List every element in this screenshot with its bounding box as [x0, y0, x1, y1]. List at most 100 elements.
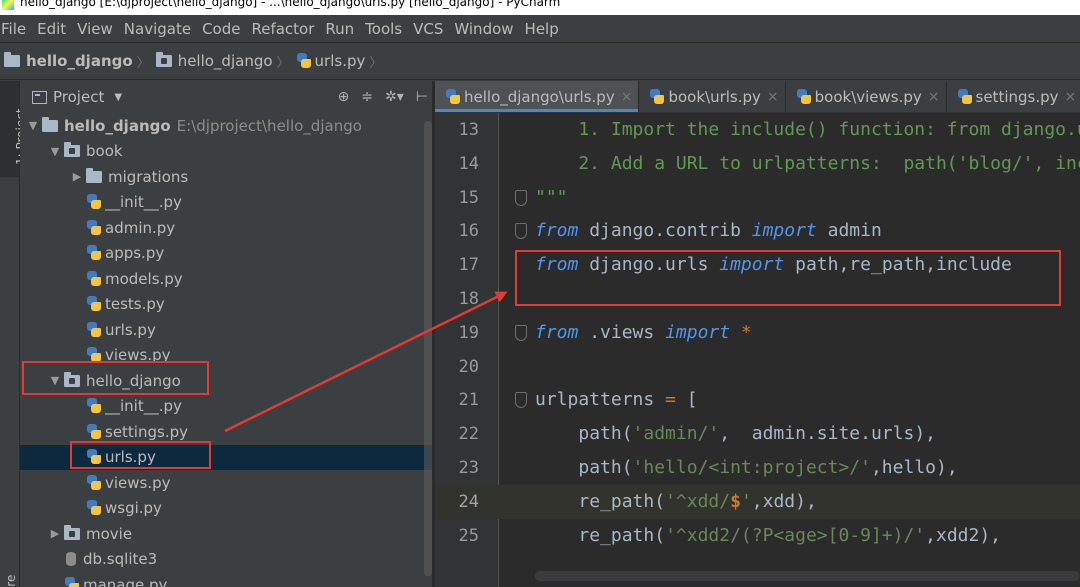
tree-item[interactable]: __init__.py	[20, 394, 432, 420]
settings-gear-icon[interactable]: ✲▾	[385, 89, 404, 105]
code-text: 2. Add a URL to urlpatterns: path('blog/…	[535, 147, 1080, 181]
tree-item[interactable]: urls.py	[20, 317, 432, 343]
code-token: =	[665, 389, 676, 411]
code-line[interactable]: 23 path('hello/<int:project>/',hello),	[435, 451, 1080, 485]
menu-edit[interactable]: Edit	[36, 20, 74, 38]
tree-item-label: db.sqlite3	[83, 550, 158, 569]
python-file-icon	[86, 296, 102, 312]
code-token: ,xdd),	[751, 490, 817, 512]
code-text: """	[535, 181, 568, 215]
tree-item[interactable]: admin.py	[20, 215, 432, 241]
breadcrumb-item[interactable]: urls.py 〉	[296, 52, 389, 71]
line-number: 16	[458, 221, 479, 242]
editor-tab[interactable]: book\urls.py ×	[639, 81, 786, 112]
collapse-all-icon[interactable]: ≑	[361, 89, 373, 105]
locate-icon[interactable]: ⊕	[338, 89, 350, 105]
tree-item[interactable]: ▼ hello_django E:\djproject\hello_django	[20, 113, 432, 139]
tree-item-label: hello_django	[64, 116, 171, 135]
python-file-icon	[64, 576, 80, 587]
fold-marker-icon[interactable]	[515, 324, 527, 341]
tree-item[interactable]: db.sqlite3	[20, 547, 432, 573]
code-line[interactable]: 24 re_path('^xdd/$',xdd),	[435, 484, 1080, 519]
code-line[interactable]: 13 1. Import the include() function: fro…	[435, 113, 1080, 147]
expand-arrow-icon[interactable]: ▼	[24, 119, 42, 132]
editor-tabs: hello_django\urls.py × book\urls.py × book\v…	[435, 81, 1080, 113]
code-line[interactable]: 22 path('admin/', admin.site.urls),	[435, 417, 1080, 451]
tree-item[interactable]: models.py	[20, 266, 432, 292]
tree-item[interactable]: wsgi.py	[20, 496, 432, 522]
close-tab-icon[interactable]: ×	[767, 89, 779, 105]
close-tab-icon[interactable]: ×	[1065, 89, 1077, 105]
expand-arrow-icon[interactable]: ▼	[46, 145, 64, 158]
project-view-selector[interactable]: Project	[53, 88, 104, 106]
menu-navigate[interactable]: Navigate	[123, 20, 199, 38]
menu-view[interactable]: View	[76, 20, 121, 38]
tree-item[interactable]: manage.py	[20, 572, 432, 587]
tree-item[interactable]: views.py	[20, 470, 432, 496]
menu-window[interactable]: Window	[453, 20, 521, 38]
editor-tab-label: book\views.py	[814, 87, 922, 106]
code-line[interactable]: 14 2. Add a URL to urlpatterns: path('bl…	[435, 147, 1080, 181]
tree-item-label: settings.py	[105, 422, 188, 441]
editor-tab[interactable]: hello_django\urls.py ×	[435, 81, 640, 112]
annotation-box-import-line	[515, 250, 1061, 306]
tree-item-label: movie	[86, 524, 133, 543]
project-tool-window-tab[interactable]: 1: Project	[0, 81, 28, 177]
python-file-icon	[296, 53, 312, 69]
code-token: '^xdd/	[665, 490, 731, 512]
collapse-arrow-icon[interactable]: ▶	[68, 170, 86, 183]
editor-horizontal-scrollbar[interactable]	[535, 571, 1080, 581]
python-file-icon	[649, 88, 665, 105]
close-tab-icon[interactable]: ×	[928, 89, 940, 105]
line-number: 13	[458, 120, 479, 140]
fold-marker-icon[interactable]	[515, 392, 527, 409]
code-line[interactable]: 19 from .views import *	[435, 316, 1080, 350]
menu-vcs[interactable]: VCS	[412, 20, 451, 38]
tree-item[interactable]: apps.py	[20, 241, 432, 267]
collapse-arrow-icon[interactable]: ▶	[46, 527, 64, 540]
chevron-down-icon[interactable]: ▼	[114, 92, 122, 103]
python-file-icon	[445, 88, 461, 105]
menu-tools[interactable]: Tools	[364, 20, 410, 38]
tree-item[interactable]: tests.py	[20, 292, 432, 318]
menu-run[interactable]: Run	[324, 20, 362, 38]
tree-item[interactable]: __init__.py	[20, 190, 432, 216]
code-text: path('hello/<int:project>/',hello),	[535, 451, 957, 485]
pycharm-logo-icon	[2, 0, 14, 10]
fold-marker-icon[interactable]	[515, 189, 527, 206]
code-line[interactable]: 21 urlpatterns = [	[435, 383, 1080, 417]
menu-help[interactable]: Help	[524, 20, 567, 38]
project-scrollbar[interactable]	[424, 113, 432, 587]
hide-panel-icon[interactable]: ⊢	[416, 89, 428, 105]
project-scrollbar-thumb[interactable]	[424, 121, 432, 576]
menu-file[interactable]: File	[0, 20, 34, 38]
structure-tool-window-tab[interactable]: ture	[4, 575, 18, 587]
fold-marker-icon[interactable]	[515, 223, 527, 240]
tree-item[interactable]: ▶ movie	[20, 521, 432, 547]
tree-item-label: __init__.py	[105, 397, 182, 416]
code-line[interactable]: 25 re_path('^xdd2/(?P<age>[0-9]+)/',xdd2…	[435, 519, 1080, 553]
code-editor[interactable]: 13 1. Import the include() function: fro…	[435, 113, 1080, 587]
menu-code[interactable]: Code	[201, 20, 248, 38]
code-line[interactable]: 15 """	[435, 181, 1080, 215]
tree-item[interactable]: ▼ book	[20, 139, 432, 165]
editor-tab[interactable]: settings.py ×	[947, 81, 1080, 112]
folder-icon	[4, 52, 20, 67]
line-number: 14	[458, 153, 479, 174]
menu-refactor[interactable]: Refactor	[250, 20, 322, 38]
code-line[interactable]: 16 from django.contrib import admin	[435, 214, 1080, 248]
code-token: re_path(	[578, 490, 666, 512]
editor-tab-label: settings.py	[975, 87, 1059, 106]
code-token: 1. Import the include() function: from d…	[578, 119, 1080, 140]
editor-tab[interactable]: book\views.py ×	[786, 81, 947, 112]
tree-item[interactable]: ▶ migrations	[20, 164, 432, 190]
close-tab-icon[interactable]: ×	[621, 89, 633, 105]
breadcrumb-item[interactable]: hello_django 〉	[4, 52, 156, 71]
python-file-icon	[957, 88, 973, 105]
code-token: ,xdd2),	[925, 524, 1002, 546]
code-line[interactable]: 20	[435, 350, 1080, 384]
tree-item-label: admin.py	[105, 218, 176, 237]
breadcrumb-item[interactable]: hello_django 〉	[155, 52, 296, 71]
